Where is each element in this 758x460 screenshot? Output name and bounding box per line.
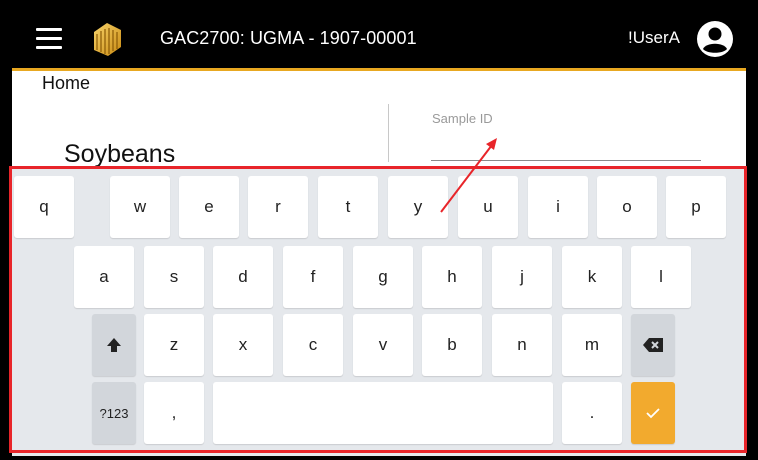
breadcrumb[interactable]: Home <box>42 73 90 94</box>
key-label: x <box>238 335 248 354</box>
top-app-bar: GAC2700: UGMA - 1907-00001 !UserA <box>12 10 746 71</box>
key-label: v <box>378 335 388 354</box>
key-label: j <box>520 267 524 286</box>
shift-arrow-icon <box>107 338 121 352</box>
key-label: t <box>345 197 351 216</box>
hamburger-menu-icon[interactable] <box>36 28 62 50</box>
key-label: n <box>517 335 527 354</box>
key-w[interactable]: w <box>110 176 170 238</box>
key-label: s <box>169 267 179 286</box>
key-label: r <box>275 197 281 216</box>
key-v[interactable]: v <box>353 314 413 376</box>
key-l[interactable]: l <box>631 246 691 308</box>
key-i[interactable]: i <box>528 176 588 238</box>
symbols-key[interactable]: ?123 <box>92 382 136 444</box>
key-d[interactable]: d <box>213 246 273 308</box>
key-label: p <box>691 197 701 216</box>
device-frame: GAC2700: UGMA - 1907-00001 !UserA Home S… <box>0 0 758 460</box>
key-k[interactable]: k <box>562 246 622 308</box>
key-t[interactable]: t <box>318 176 378 238</box>
key-g[interactable]: g <box>353 246 413 308</box>
key-x[interactable]: x <box>213 314 273 376</box>
key-j[interactable]: j <box>492 246 552 308</box>
period-key[interactable]: . <box>562 382 622 444</box>
account-circle-icon[interactable] <box>696 20 734 58</box>
crop-name: Soybeans <box>64 140 176 168</box>
key-label: q <box>39 197 49 216</box>
key-label: f <box>310 267 316 286</box>
shift-key[interactable] <box>92 314 136 376</box>
sample-id-label: Sample ID <box>432 111 493 126</box>
key-label: g <box>378 267 388 286</box>
key-q[interactable]: q <box>14 176 74 238</box>
key-n[interactable]: n <box>492 314 552 376</box>
key-e[interactable]: e <box>179 176 239 238</box>
key-label: z <box>169 335 179 354</box>
backspace-key[interactable] <box>631 314 675 376</box>
key-label: m <box>584 335 600 354</box>
comma-label: , <box>171 403 177 422</box>
on-screen-keyboard: q w e r t y u i o p a s d f g h j k l z … <box>12 166 746 456</box>
vertical-divider <box>388 104 389 162</box>
key-label: e <box>204 197 214 216</box>
key-label: h <box>447 267 457 286</box>
key-b[interactable]: b <box>422 314 482 376</box>
key-a[interactable]: a <box>74 246 134 308</box>
key-m[interactable]: m <box>562 314 622 376</box>
key-label: b <box>447 335 457 354</box>
key-o[interactable]: o <box>597 176 657 238</box>
gac-logo-icon <box>94 23 121 56</box>
key-label: d <box>238 267 248 286</box>
key-label: l <box>659 267 663 286</box>
symbols-label: ?123 <box>99 405 129 421</box>
key-label: k <box>587 267 597 286</box>
key-label: i <box>556 197 560 216</box>
key-r[interactable]: r <box>248 176 308 238</box>
app-title: GAC2700: UGMA - 1907-00001 <box>160 28 417 48</box>
key-p[interactable]: p <box>666 176 726 238</box>
key-label: y <box>413 197 423 216</box>
key-z[interactable]: z <box>144 314 204 376</box>
key-label: c <box>308 335 318 354</box>
key-label: a <box>99 267 109 286</box>
key-y[interactable]: y <box>388 176 448 238</box>
sample-id-input[interactable] <box>431 128 701 161</box>
user-name: !UserA <box>628 28 680 47</box>
space-key[interactable] <box>213 382 553 444</box>
key-label: w <box>133 197 147 216</box>
comma-key[interactable]: , <box>144 382 204 444</box>
key-s[interactable]: s <box>144 246 204 308</box>
enter-key[interactable] <box>631 382 675 444</box>
app-screen: GAC2700: UGMA - 1907-00001 !UserA Home S… <box>12 10 746 456</box>
backspace-icon <box>643 338 663 352</box>
key-f[interactable]: f <box>283 246 343 308</box>
checkmark-icon <box>646 408 660 419</box>
key-label: o <box>622 197 632 216</box>
period-label: . <box>589 403 595 422</box>
key-u[interactable]: u <box>458 176 518 238</box>
key-c[interactable]: c <box>283 314 343 376</box>
key-h[interactable]: h <box>422 246 482 308</box>
key-label: u <box>483 197 493 216</box>
